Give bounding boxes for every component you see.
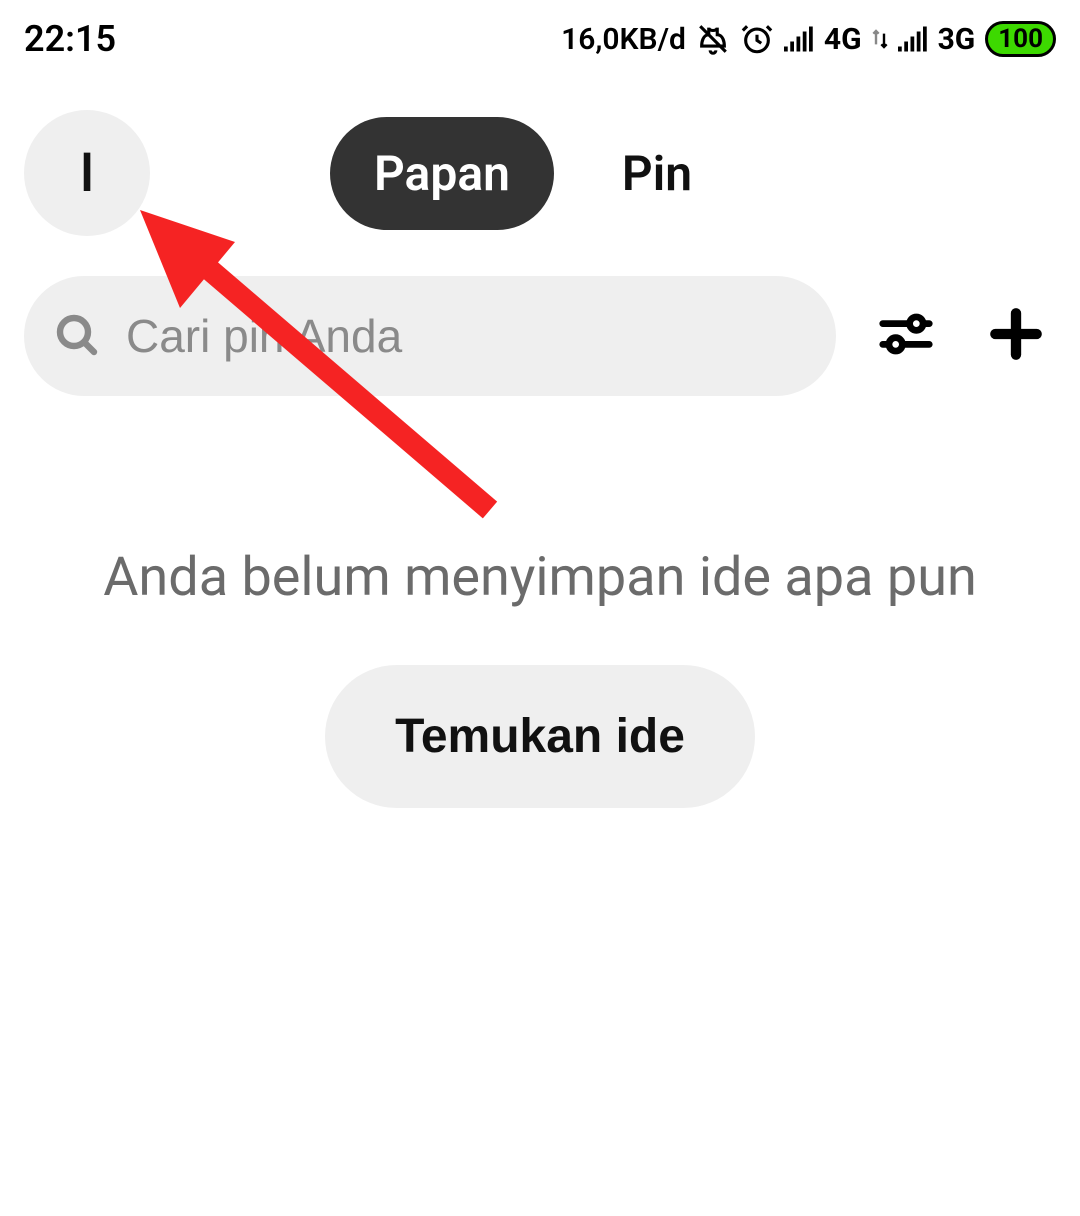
network-label-1: 4G xyxy=(824,22,862,57)
network-label-2: 3G xyxy=(938,22,976,57)
search-row xyxy=(0,236,1080,396)
signal-icon-1 xyxy=(784,26,814,52)
avatar[interactable]: I xyxy=(24,110,150,236)
empty-state: Anda belum menyimpan ide apa pun Temukan… xyxy=(0,396,1080,808)
header-row: I Papan Pin xyxy=(0,60,1080,236)
search-input[interactable] xyxy=(126,309,806,363)
find-ideas-button[interactable]: Temukan ide xyxy=(325,665,755,808)
status-bar: 22:15 16,0KB/d 4G xyxy=(0,0,1080,60)
status-data-rate: 16,0KB/d xyxy=(561,22,686,57)
search-icon xyxy=(54,312,102,360)
status-time: 22:15 xyxy=(24,18,116,60)
mute-icon xyxy=(696,22,730,56)
tab-papan[interactable]: Papan xyxy=(330,117,554,230)
tab-pin[interactable]: Pin xyxy=(578,117,736,230)
data-arrows-icon xyxy=(872,28,888,50)
sliders-icon xyxy=(875,303,937,369)
add-button[interactable] xyxy=(976,296,1056,376)
filter-button[interactable] xyxy=(866,296,946,376)
empty-message: Anda belum menyimpan ide apa pun xyxy=(0,546,1080,609)
battery-indicator: 100 xyxy=(985,21,1056,57)
search-box[interactable] xyxy=(24,276,836,396)
alarm-icon xyxy=(740,22,774,56)
signal-icon-2 xyxy=(898,26,928,52)
tabs: Papan Pin xyxy=(330,117,736,230)
status-right: 16,0KB/d 4G xyxy=(561,21,1056,57)
plus-icon xyxy=(985,303,1047,369)
